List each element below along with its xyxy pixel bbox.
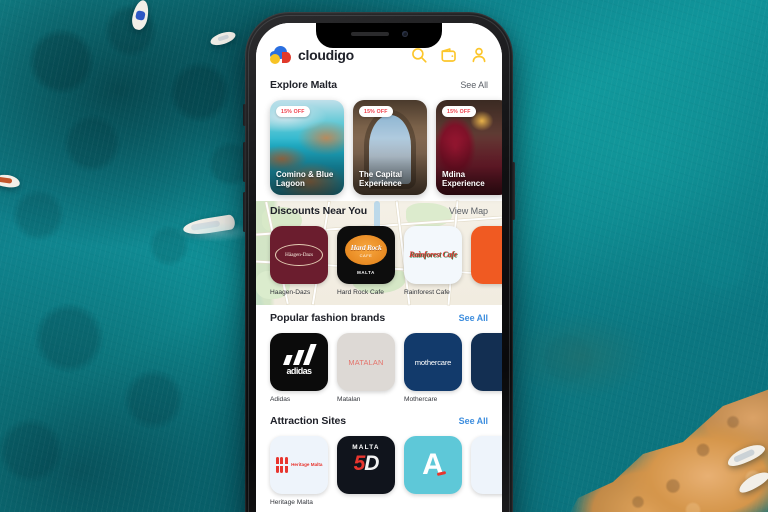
section-header-discounts: Discounts Near You View Map [256, 205, 502, 217]
brand-wordmark: mothercare [414, 357, 452, 367]
brand-logo-rainforest-cafe: Rainforest Cafe [404, 226, 462, 284]
card-title: The Capital Experience [359, 169, 403, 189]
explore-card-row[interactable]: 15% OFF Comino & Blue Lagoon 15% OFF The… [256, 91, 502, 195]
adidas-stripes-icon [279, 342, 319, 365]
discount-badge: 15% OFF [359, 106, 393, 117]
discount-tile-partial[interactable] [471, 226, 502, 296]
section-header-explore: Explore Malta See All [256, 79, 502, 91]
brand-name: cloudigo [298, 47, 354, 63]
section-title: Explore Malta [270, 79, 337, 91]
section-header-fashion: Popular fashion brands See All [256, 312, 502, 324]
explore-card[interactable]: 15% OFF The Capital Experience [353, 100, 427, 195]
attraction-tile-row[interactable]: Heritage Malta Heritage Malta MALTA 5D H… [256, 427, 502, 506]
brand-logo-mothercare: mothercare [404, 333, 462, 391]
discounts-map-section: Discounts Near You View Map Häagen-Dazs … [256, 201, 502, 305]
volume-up-button[interactable] [243, 142, 246, 182]
phone-device: cloudigo Explore Malta See All 15% OFF C… [243, 12, 515, 512]
brand-logo[interactable]: cloudigo [270, 46, 354, 64]
brand-logo-heritage-malta: Heritage Malta [270, 436, 328, 494]
fashion-tile-partial[interactable] [471, 333, 502, 403]
heritage-malta-icon [275, 457, 289, 473]
brand-logo-aquarium: A [404, 436, 462, 494]
brand-location-text: MALTA [357, 270, 375, 275]
device-notch [316, 23, 442, 48]
discount-tile[interactable]: Häagen-Dazs Haagen-Dazs [270, 226, 328, 296]
view-map-link[interactable]: View Map [449, 206, 488, 216]
phone-screen: cloudigo Explore Malta See All 15% OFF C… [256, 23, 502, 512]
brand-wordmark: MATALAN [348, 357, 384, 367]
card-title: Mdina Experience [442, 169, 485, 189]
brand-wordmark: Häagen-Dazs [275, 244, 323, 266]
fashion-tile[interactable]: adidas Adidas [270, 333, 328, 403]
tile-label: Mothercare [404, 396, 438, 403]
brand-letter: D [364, 452, 379, 475]
earpiece-speaker [350, 31, 389, 36]
cloudigo-logo-icon [270, 46, 291, 64]
discount-tile-row[interactable]: Häagen-Dazs Haagen-Dazs Hard Rock CAFE M… [256, 217, 502, 300]
cloudigo-app: cloudigo Explore Malta See All 15% OFF C… [256, 23, 502, 512]
fashion-tile-row[interactable]: adidas Adidas MATALAN Matalan mothercare [256, 324, 502, 403]
tile-label: Heritage Malta [270, 499, 313, 506]
shallow-reef [486, 296, 676, 416]
discount-tile[interactable]: Rainforest Cafe Rainforest Cafe [404, 226, 462, 296]
brand-wordmark: Heritage Malta [291, 462, 323, 468]
tile-label: Matalan [337, 396, 361, 403]
brand-wordmark: A [422, 448, 444, 481]
front-camera [401, 30, 408, 37]
section-title: Attraction Sites [270, 415, 346, 427]
brand-wordmark: adidas [286, 366, 313, 376]
attraction-tile[interactable]: A [404, 436, 462, 506]
attraction-tile-partial[interactable] [471, 436, 502, 506]
brand-logo-hard-rock-cafe: Hard Rock CAFE MALTA [337, 226, 395, 284]
section-header-attractions: Attraction Sites See All [256, 415, 502, 427]
tile-label: Adidas [270, 396, 291, 403]
section-title: Discounts Near You [270, 205, 368, 217]
tile-label: Rainforest Cafe [404, 289, 450, 296]
wallet-icon[interactable] [440, 46, 458, 64]
power-button[interactable] [512, 162, 515, 220]
tile-label: Haagen-Dazs [270, 289, 311, 296]
attraction-tile[interactable]: Heritage Malta Heritage Malta [270, 436, 328, 506]
see-all-explore[interactable]: See All [460, 80, 488, 90]
profile-icon[interactable] [470, 46, 488, 64]
volume-down-button[interactable] [243, 192, 246, 232]
brand-wordmark: MALTA [352, 444, 380, 451]
discount-tile[interactable]: Hard Rock CAFE MALTA Hard Rock Cafe [337, 226, 395, 296]
discount-badge: 15% OFF [442, 106, 476, 117]
brand-logo-malta-5d: MALTA 5D [337, 436, 395, 494]
attraction-tile[interactable]: MALTA 5D Heritage Malta [337, 436, 395, 506]
section-title: Popular fashion brands [270, 312, 386, 324]
brand-logo-partial [471, 333, 502, 391]
card-title: Comino & Blue Lagoon [276, 169, 334, 189]
search-icon[interactable] [410, 46, 428, 64]
fashion-tile[interactable]: MATALAN Matalan [337, 333, 395, 403]
brand-wordmark: Hard Rock [350, 242, 382, 252]
brand-subtext: CAFE [359, 252, 373, 258]
fashion-tile[interactable]: mothercare Mothercare [404, 333, 462, 403]
discount-badge: 15% OFF [276, 106, 310, 117]
brand-digit: 5 [353, 452, 366, 475]
silent-switch[interactable] [243, 104, 246, 126]
brand-logo-haagen-dazs: Häagen-Dazs [270, 226, 328, 284]
brand-logo-adidas: adidas [270, 333, 328, 391]
explore-card[interactable]: 15% OFF Mdina Experience [436, 100, 502, 195]
boat [0, 173, 21, 189]
see-all-attractions[interactable]: See All [459, 416, 488, 426]
see-all-fashion[interactable]: See All [459, 313, 488, 323]
header-actions [410, 46, 488, 64]
brand-logo-partial [471, 436, 502, 494]
screenshot-root: cloudigo Explore Malta See All 15% OFF C… [0, 0, 768, 512]
brand-logo-partial [471, 226, 502, 284]
brand-wordmark: Rainforest Cafe [409, 249, 457, 259]
explore-card[interactable]: 15% OFF Comino & Blue Lagoon [270, 100, 344, 195]
tile-label: Hard Rock Cafe [337, 289, 384, 296]
brand-logo-matalan: MATALAN [337, 333, 395, 391]
